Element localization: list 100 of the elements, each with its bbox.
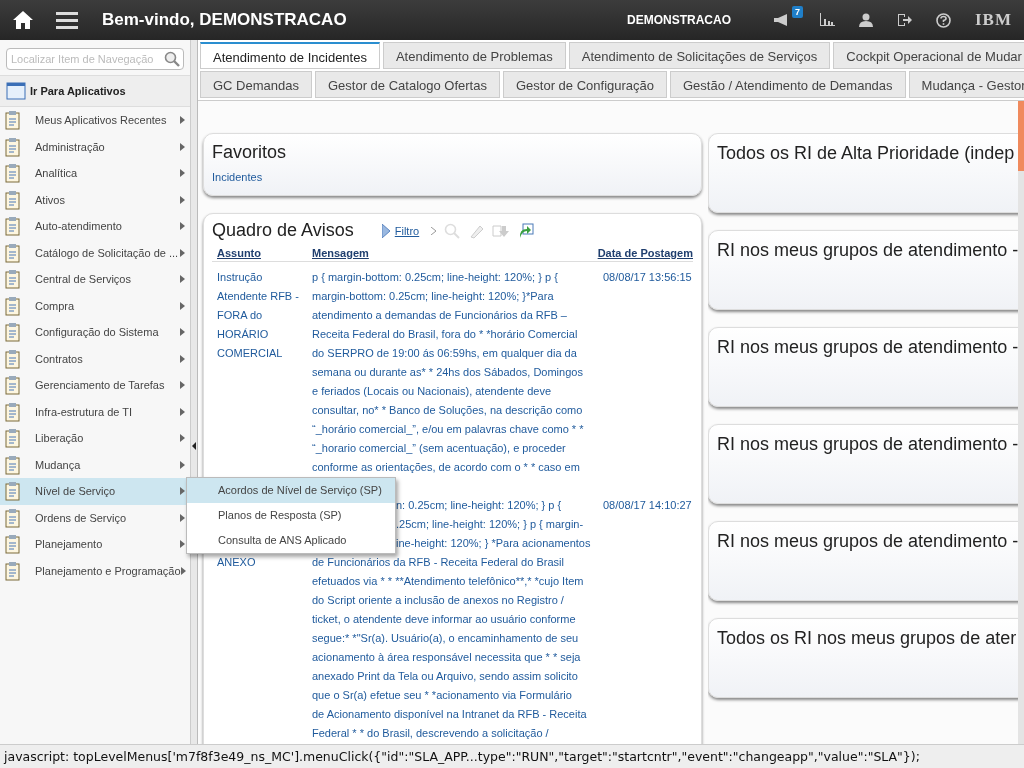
message-text: de Acionamento disponível na Intranet da RFB - Receita <box>312 707 588 722</box>
message-text: Federal * * do Brasil, descrevendo a solicitação / <box>312 726 550 741</box>
clipboard-icon <box>3 534 23 555</box>
menu-icon[interactable] <box>56 11 78 29</box>
help-icon[interactable] <box>936 12 951 28</box>
date-text: 08/08/17 14:10:27 <box>602 498 693 513</box>
caret-icon <box>180 169 185 178</box>
message-text: ine-height: 120%; } *Para acionamentos <box>396 536 591 551</box>
navigation-item[interactable]: Ordens de Serviço <box>0 504 190 531</box>
message-text: n: 0.25cm; line-height: 120%; } p { <box>396 498 562 513</box>
message-text: e feriados (Locais ou Nacionais), atendente deve <box>312 384 553 399</box>
favorite-link[interactable]: Incidentes <box>212 171 693 183</box>
navigation-item[interactable]: Liberação <box>0 425 190 452</box>
subject-text[interactable]: COMERCIAL <box>217 344 312 363</box>
caret-icon <box>180 248 185 257</box>
sign-out-icon[interactable] <box>897 13 912 27</box>
clipboard-icon <box>3 560 23 581</box>
search-icon[interactable] <box>164 51 180 67</box>
clipboard-icon <box>3 428 23 449</box>
logo: IBM <box>975 10 1012 30</box>
message-text: acionamento à área responsável necessita que * * seja <box>312 650 582 665</box>
column-header[interactable]: Assunto <box>212 247 312 259</box>
card-title: Quadro de Avisos <box>212 220 354 241</box>
menu-item[interactable]: Consulta de ANS Aplicado <box>187 528 395 553</box>
tab[interactable]: Atendimento de Problemas <box>382 42 566 69</box>
navigation-item[interactable]: Configuração do Sistema <box>0 319 190 346</box>
clipboard-icon <box>3 454 23 475</box>
caret-icon <box>180 328 185 337</box>
message-text: consultar, no* * Banco de Soluções, na descrição como <box>312 403 584 418</box>
navigation-item[interactable]: Meus Aplicativos Recentes <box>0 107 190 134</box>
subject-text[interactable]: ANEXO <box>217 553 312 572</box>
tab[interactable]: Gestor de Configuração <box>502 71 667 98</box>
caret-icon <box>180 354 185 363</box>
navigation-item[interactable]: Administração <box>0 133 190 160</box>
caret-icon <box>180 142 185 151</box>
search-field[interactable]: Localizar Item de Navegação <box>6 48 184 70</box>
message-text: que o Sr(a) efetue seu * *acionamento via Formulário <box>312 688 573 703</box>
tab[interactable]: GC Demandas <box>200 71 312 98</box>
message-text: ticket, o atendente deve informar ao usuário conforme <box>312 612 577 627</box>
clipboard-icon <box>3 242 23 263</box>
caret-icon <box>180 301 185 310</box>
clipboard-icon <box>3 481 23 502</box>
home-icon[interactable] <box>12 10 34 30</box>
menu-item[interactable]: Acordos de Nível de Serviço (SP) <box>187 478 395 503</box>
card-title: Todos os RI nos meus grupos de ater <box>717 628 1018 649</box>
navigation-item[interactable]: Gerenciamento de Tarefas <box>0 372 190 399</box>
tab[interactable]: Atendimento de Solicitações de Serviços <box>568 42 831 69</box>
navigation-item[interactable]: Contratos <box>0 345 190 372</box>
filter-link[interactable]: Filtro <box>394 224 420 237</box>
navigation-item[interactable]: Auto-atendimento <box>0 213 190 240</box>
card-title: Todos os RI de Alta Prioridade (indep <box>717 143 1016 164</box>
section-heading: Ir Para Aplicativos <box>30 85 126 97</box>
clipboard-icon <box>3 110 23 131</box>
subject-text[interactable]: HORÁRIO <box>217 325 312 344</box>
message-text: “_horário comercial_”, e/ou em palavras chave como * * <box>312 422 585 437</box>
tab[interactable]: Atendimento de Incidentes <box>200 42 380 69</box>
triangle-icon[interactable] <box>381 223 390 238</box>
message-text: semana ou durante as* * 24hs dos Sábados, Domingos <box>312 365 584 380</box>
message-text: p { margin-bottom: 0.25cm; line-height: 120%; } p { <box>312 270 559 285</box>
card-title: RI nos meus grupos de atendimento - <box>717 434 1020 455</box>
menu-item[interactable]: Planos de Resposta (SP) <box>187 503 395 528</box>
navigation-item[interactable]: Catálogo de Solicitação de ... <box>0 239 190 266</box>
notification-count: 7 <box>792 6 803 18</box>
subject-text[interactable]: Atendente RFB - <box>217 287 312 306</box>
message-text: “_horario comercial_” (sem acentuação), e proceder <box>312 441 567 456</box>
navigation-item[interactable]: Mudança <box>0 451 190 478</box>
message-text: segue:* *"Sr(a). Usuário(a), o encaminhamento de seu <box>312 631 580 646</box>
clipboard-icon <box>3 322 23 343</box>
subject-text[interactable]: Instrução <box>217 268 312 287</box>
column-header[interactable]: Data de Postagem <box>597 247 693 259</box>
caret-icon <box>180 407 185 416</box>
person-icon[interactable] <box>859 13 873 27</box>
user-name[interactable]: DEMONSTRACAO <box>627 13 731 27</box>
tab[interactable]: Gestor de Catalogo Ofertas <box>315 71 500 98</box>
refresh-icon[interactable] <box>518 222 535 239</box>
navigation-item[interactable]: Infra-estrutura de TI <box>0 398 190 425</box>
column-header[interactable]: Mensagem <box>312 247 597 259</box>
clipboard-icon <box>3 401 23 422</box>
clipboard-icon <box>3 189 23 210</box>
subject-text[interactable]: FORA do <box>217 306 312 325</box>
megaphone-icon[interactable] <box>773 13 789 27</box>
tab[interactable]: Cockpit Operacional de Mudar <box>833 42 1024 69</box>
scrollbar-thumb[interactable] <box>1018 101 1024 171</box>
message-text: de Funcionários da RFB - Receita Federal do Brasil <box>312 555 565 570</box>
navigation-item[interactable]: Compra <box>0 292 190 319</box>
message-text: margin-bottom: 0.25cm; line-height: 120%; }*Para <box>312 289 555 304</box>
caret-icon <box>180 275 185 284</box>
navigation-item[interactable]: Planejamento <box>0 531 190 558</box>
chevron-icon[interactable] <box>431 226 437 235</box>
navigation-item[interactable]: Ativos <box>0 186 190 213</box>
message-text: Receita Federal do Brasil, fora do * *horário Comercial <box>312 327 579 342</box>
navigation-item[interactable]: Analítica <box>0 160 190 187</box>
message-text: .25cm; line-height: 120%; } p { margin- <box>396 517 584 532</box>
navigation-item[interactable]: Central de Serviços <box>0 266 190 293</box>
tab[interactable]: Gestão / Atendimento de Demandas <box>670 71 906 98</box>
bar-chart-icon[interactable] <box>819 13 835 27</box>
clipboard-icon <box>3 269 23 290</box>
card-title: RI nos meus grupos de atendimento - <box>717 337 1020 358</box>
caret-icon <box>180 381 185 390</box>
navigation-item[interactable]: Planejamento e Programação <box>0 557 190 584</box>
